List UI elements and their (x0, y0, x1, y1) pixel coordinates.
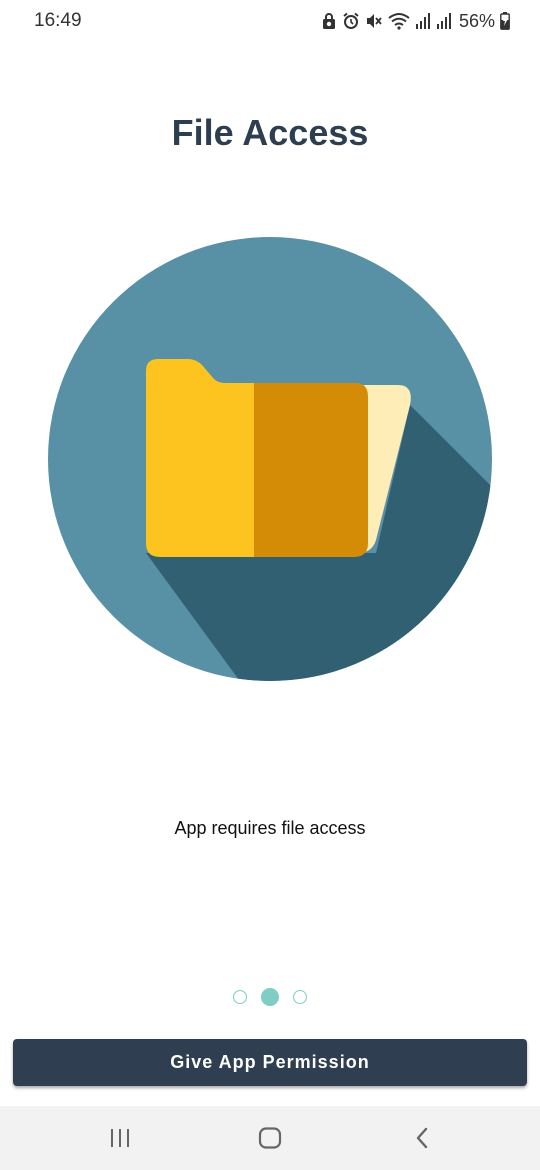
give-app-permission-button[interactable]: Give App Permission (13, 1039, 527, 1086)
page-dot-1[interactable] (233, 990, 247, 1004)
wifi-icon (388, 12, 410, 30)
alarm-icon (342, 12, 360, 30)
status-icons: 56% (321, 8, 510, 34)
recent-apps-button[interactable] (100, 1122, 140, 1154)
page-title: File Access (171, 112, 369, 153)
folder-illustration (46, 235, 494, 683)
back-button[interactable] (402, 1122, 442, 1154)
battery-charging-icon (500, 12, 510, 30)
mute-icon (365, 12, 383, 30)
signal-icon (415, 12, 431, 30)
battery-percent: 56% (458, 10, 495, 31)
file-access-screen: 16:49 56% File Access App requires file … (0, 0, 540, 1170)
home-icon (258, 1127, 282, 1149)
permission-message: App requires file access (174, 818, 366, 838)
back-icon (416, 1127, 428, 1149)
status-time: 16:49 (34, 10, 82, 31)
status-bar: 16:49 56% (0, 0, 540, 44)
recycle-lock-icon (321, 12, 337, 30)
page-indicator (0, 988, 540, 1006)
signal-icon (436, 12, 452, 30)
folder-icon (48, 237, 492, 681)
page-dot-3[interactable] (293, 990, 307, 1004)
system-nav-bar (0, 1106, 540, 1170)
page-dot-2-active[interactable] (261, 988, 279, 1006)
home-button[interactable] (250, 1122, 290, 1154)
recent-apps-icon (111, 1129, 129, 1147)
